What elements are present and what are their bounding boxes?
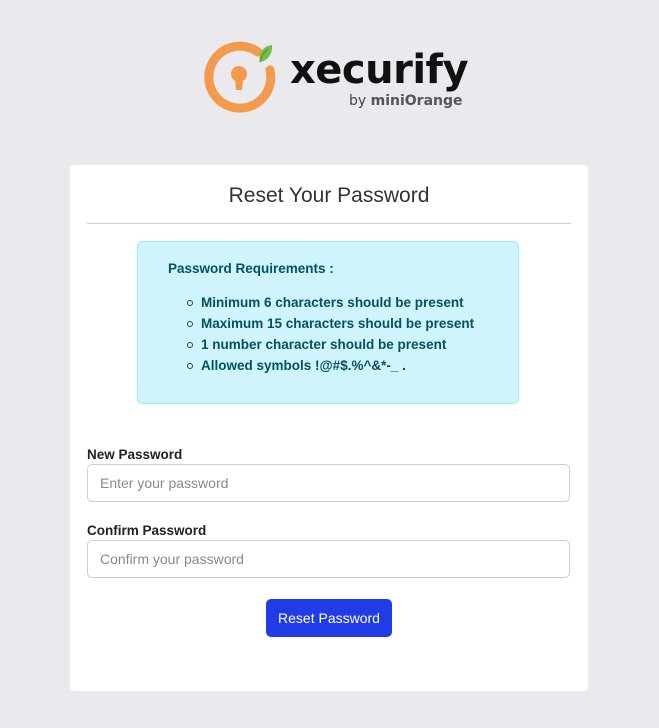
requirements-title: Password Requirements : — [168, 261, 334, 276]
requirement-item: 1 number character should be present — [168, 334, 474, 355]
new-password-label: New Password — [87, 447, 183, 462]
reset-password-button[interactable]: Reset Password — [266, 599, 392, 637]
requirement-item: Allowed symbols !@#$.%^&*-_ . — [168, 355, 474, 376]
byline-prefix: by — [349, 93, 371, 109]
requirements-list: Minimum 6 characters should be present M… — [168, 292, 474, 376]
page-title: Reset Your Password — [228, 184, 430, 207]
xecurify-logo: xecurify by miniOrange — [202, 40, 472, 120]
circle-bullet-icon — [187, 321, 193, 327]
title-divider — [87, 223, 571, 224]
circle-bullet-icon — [187, 300, 193, 306]
reset-password-card: Reset Your Password Password Requirement… — [70, 165, 588, 691]
requirement-text: Maximum 15 characters should be present — [201, 316, 475, 331]
confirm-password-input[interactable] — [87, 540, 570, 578]
requirement-item: Minimum 6 characters should be present — [168, 292, 474, 313]
requirement-text: 1 number character should be present — [201, 337, 447, 352]
circle-bullet-icon — [187, 342, 193, 348]
logo-byline: by miniOrange — [349, 92, 463, 110]
requirement-item: Maximum 15 characters should be present — [168, 313, 474, 334]
requirement-text: Allowed symbols !@#$.%^&*-_ . — [201, 358, 406, 373]
confirm-password-label: Confirm Password — [87, 523, 207, 538]
keyhole-ring-with-leaf-icon — [204, 41, 276, 113]
password-requirements-box: Password Requirements : Minimum 6 charac… — [137, 241, 519, 404]
byline-brand: miniOrange — [370, 93, 463, 109]
circle-bullet-icon — [187, 363, 193, 369]
new-password-input[interactable] — [87, 464, 570, 502]
requirement-text: Minimum 6 characters should be present — [201, 295, 464, 310]
logo-wordmark: xecurify — [290, 47, 469, 93]
